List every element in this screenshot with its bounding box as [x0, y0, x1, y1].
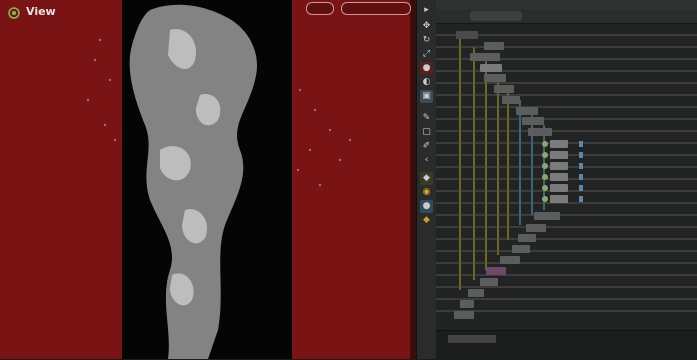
- material-icon[interactable]: [579, 141, 583, 147]
- tool-select-icon[interactable]: ▸: [420, 4, 433, 17]
- material-icon[interactable]: [579, 196, 583, 202]
- sculpture-render: [86, 4, 352, 359]
- tree-node[interactable]: [518, 234, 536, 242]
- viewport-camera-pill[interactable]: [341, 2, 411, 15]
- tree-node[interactable]: [550, 195, 568, 203]
- tree-node[interactable]: [486, 267, 506, 275]
- tree-node[interactable]: [522, 117, 544, 125]
- tree-node[interactable]: [550, 184, 568, 192]
- tool-arrow-icon[interactable]: ‹: [420, 154, 433, 167]
- tree-node[interactable]: [550, 162, 568, 170]
- tool-record-icon[interactable]: ●: [420, 62, 433, 75]
- tool-shelf: ▸ ✥ ↻ ⤢ ● ◐ ▣ ✎ ▢ ✐ ‹ ◆ ◉ ● ◆: [416, 0, 436, 359]
- tool-scale-icon[interactable]: ⤢: [420, 48, 433, 61]
- tool-sun-icon[interactable]: ◉: [420, 186, 433, 199]
- material-icon[interactable]: [579, 163, 583, 169]
- tool-palette-icon[interactable]: ◆: [420, 172, 433, 185]
- panel-tab-active[interactable]: [470, 11, 522, 21]
- tool-brush-icon[interactable]: ✎: [420, 112, 433, 125]
- tree-node[interactable]: [468, 289, 484, 297]
- tool-pen-icon[interactable]: ✐: [420, 140, 433, 153]
- 3d-viewport[interactable]: View: [0, 0, 416, 359]
- tool-sphere-icon[interactable]: ●: [420, 200, 433, 213]
- tree-node[interactable]: [500, 256, 520, 264]
- visibility-icon[interactable]: [542, 141, 548, 147]
- tree-node[interactable]: [550, 151, 568, 159]
- material-icon[interactable]: [579, 152, 583, 158]
- tree-node[interactable]: [484, 74, 506, 82]
- app-logo-icon: [8, 7, 20, 19]
- footer-status: [448, 335, 496, 343]
- tree-node[interactable]: [550, 173, 568, 181]
- material-icon[interactable]: [579, 174, 583, 180]
- tree-node[interactable]: [502, 96, 520, 104]
- tree-node[interactable]: [460, 300, 474, 308]
- tree-node[interactable]: [480, 64, 502, 72]
- tree-node[interactable]: [526, 224, 546, 232]
- material-icon[interactable]: [579, 185, 583, 191]
- visibility-icon[interactable]: [542, 185, 548, 191]
- tool-diamond-icon[interactable]: ◆: [420, 214, 433, 227]
- visibility-icon[interactable]: [542, 174, 548, 180]
- visibility-icon[interactable]: [542, 196, 548, 202]
- tree-node[interactable]: [550, 140, 568, 148]
- scene-tree-panel: [436, 0, 697, 360]
- tree-node[interactable]: [494, 85, 514, 93]
- tree-node[interactable]: [480, 278, 498, 286]
- visibility-icon[interactable]: [542, 152, 548, 158]
- tool-light-icon[interactable]: ◐: [420, 76, 433, 89]
- tree-node[interactable]: [484, 42, 504, 50]
- tree-node[interactable]: [512, 245, 530, 253]
- viewport-mode-pill[interactable]: [306, 2, 334, 15]
- tool-move-icon[interactable]: ✥: [420, 20, 433, 33]
- tree-node[interactable]: [456, 31, 478, 39]
- tree-node[interactable]: [454, 311, 474, 319]
- tree-node[interactable]: [470, 53, 500, 61]
- tree-node[interactable]: [528, 128, 552, 136]
- viewport-title: View: [26, 5, 56, 18]
- tool-camera-icon[interactable]: ▣: [420, 90, 433, 103]
- tool-rotate-icon[interactable]: ↻: [420, 34, 433, 47]
- visibility-icon[interactable]: [542, 163, 548, 169]
- tree-node[interactable]: [516, 107, 538, 115]
- tool-frame-icon[interactable]: ▢: [420, 126, 433, 139]
- tree-node[interactable]: [534, 212, 560, 220]
